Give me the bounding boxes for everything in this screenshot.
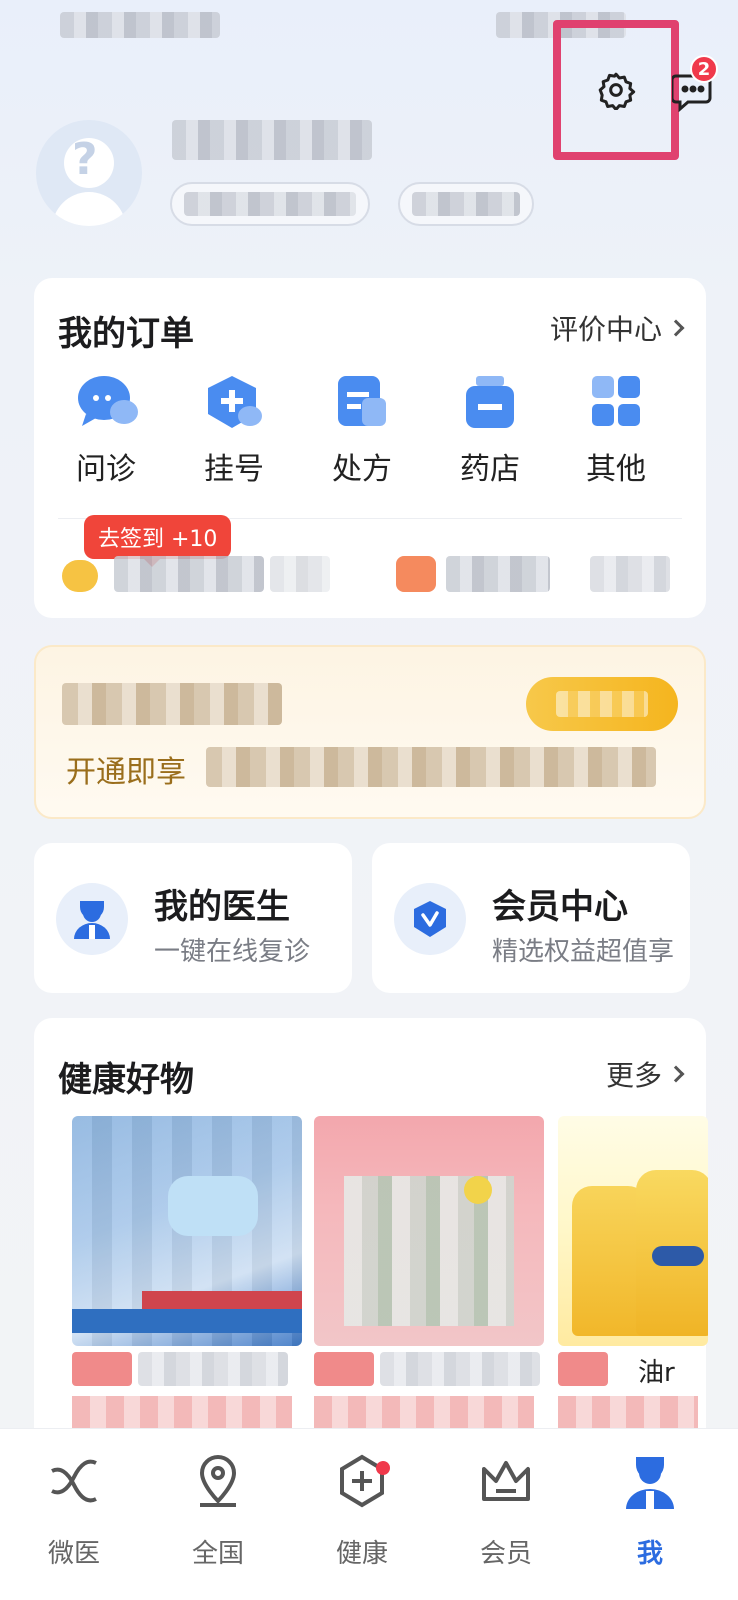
weiyi-logo-icon (44, 1451, 104, 1511)
status-time-blurred (60, 12, 220, 38)
coupon-info-blurred[interactable] (446, 556, 550, 592)
my-orders-card: 我的订单 评价中心 问诊 挂号 处方 药店 其他 去签到 +10 (34, 278, 706, 618)
product-title-blurred (138, 1352, 288, 1386)
medicine-bottle-icon (460, 374, 520, 430)
health-info-blurred[interactable] (270, 556, 330, 592)
avatar[interactable]: ? (36, 120, 142, 226)
crown-icon (476, 1451, 536, 1511)
product-card[interactable] (558, 1116, 708, 1346)
sign-in-badge[interactable]: 去签到 +10 (84, 515, 232, 567)
product-tag (558, 1352, 608, 1386)
health-notification-dot (376, 1461, 390, 1475)
chevron-right-icon (667, 319, 685, 337)
doctor-icon (56, 883, 128, 955)
product-subtitle-blurred (558, 1396, 698, 1430)
order-item-register[interactable]: 挂号 (174, 374, 294, 487)
chevron-right-icon (667, 1065, 685, 1083)
product-title-blurred (380, 1352, 540, 1386)
order-item-prescription[interactable]: 处方 (302, 374, 422, 487)
order-item-consult[interactable]: 问诊 (46, 374, 166, 487)
product-tag (72, 1352, 132, 1386)
membership-title-blurred (62, 683, 282, 725)
user-icon (620, 1451, 680, 1511)
coupon-info-blurred[interactable] (590, 556, 670, 592)
document-icon (332, 374, 392, 430)
my-doctor-card[interactable]: 我的医生 一键在线复诊 (34, 843, 352, 993)
location-pin-icon (188, 1451, 248, 1511)
tab-weiyi[interactable]: 微医 (14, 1451, 134, 1581)
membership-description: 开通即享 (66, 755, 186, 790)
bottom-tab-bar: 微医 全国 健康 会员 我 (0, 1428, 738, 1600)
order-item-pharmacy[interactable]: 药店 (430, 374, 550, 487)
health-goods-section: 健康好物 更多 油r (34, 1018, 708, 1438)
user-info-pill[interactable] (170, 182, 370, 226)
health-coin-icon (62, 560, 98, 592)
tab-health[interactable]: 健康 (302, 1451, 422, 1581)
product-card[interactable] (314, 1116, 544, 1346)
user-info-pill[interactable] (398, 182, 534, 226)
avatar-placeholder-icon: ? (72, 134, 98, 185)
more-link[interactable]: 更多 (606, 1054, 685, 1094)
product-subtitle-blurred (72, 1396, 292, 1430)
hexagon-plus-icon (204, 374, 264, 430)
gear-icon (598, 72, 636, 110)
product-subtitle-blurred (314, 1396, 534, 1430)
health-info-blurred[interactable] (114, 556, 264, 592)
membership-open-button[interactable] (526, 677, 678, 731)
product-title-partial: 油r (638, 1358, 675, 1388)
user-name-blurred[interactable] (172, 120, 372, 160)
message-badge: 2 (690, 55, 718, 83)
orders-title: 我的订单 (58, 314, 194, 354)
coupon-icon (396, 556, 436, 592)
product-card[interactable] (72, 1116, 302, 1346)
tab-nationwide[interactable]: 全国 (158, 1451, 278, 1581)
grid-icon (586, 374, 646, 430)
order-item-other[interactable]: 其他 (556, 374, 676, 487)
health-hex-icon (332, 1451, 392, 1511)
vip-shield-icon (394, 883, 466, 955)
member-center-card[interactable]: 会员中心 精选权益超值享 (372, 843, 690, 993)
review-center-link[interactable]: 评价中心 (550, 308, 685, 348)
goods-title: 健康好物 (58, 1060, 194, 1100)
tab-member[interactable]: 会员 (446, 1451, 566, 1581)
chat-bubble-icon (76, 374, 138, 430)
membership-banner[interactable]: 开通即享 (34, 645, 706, 819)
settings-button[interactable] (592, 66, 640, 114)
product-tag (314, 1352, 374, 1386)
membership-benefits-blurred (206, 747, 656, 787)
tab-me[interactable]: 我 (590, 1451, 710, 1581)
